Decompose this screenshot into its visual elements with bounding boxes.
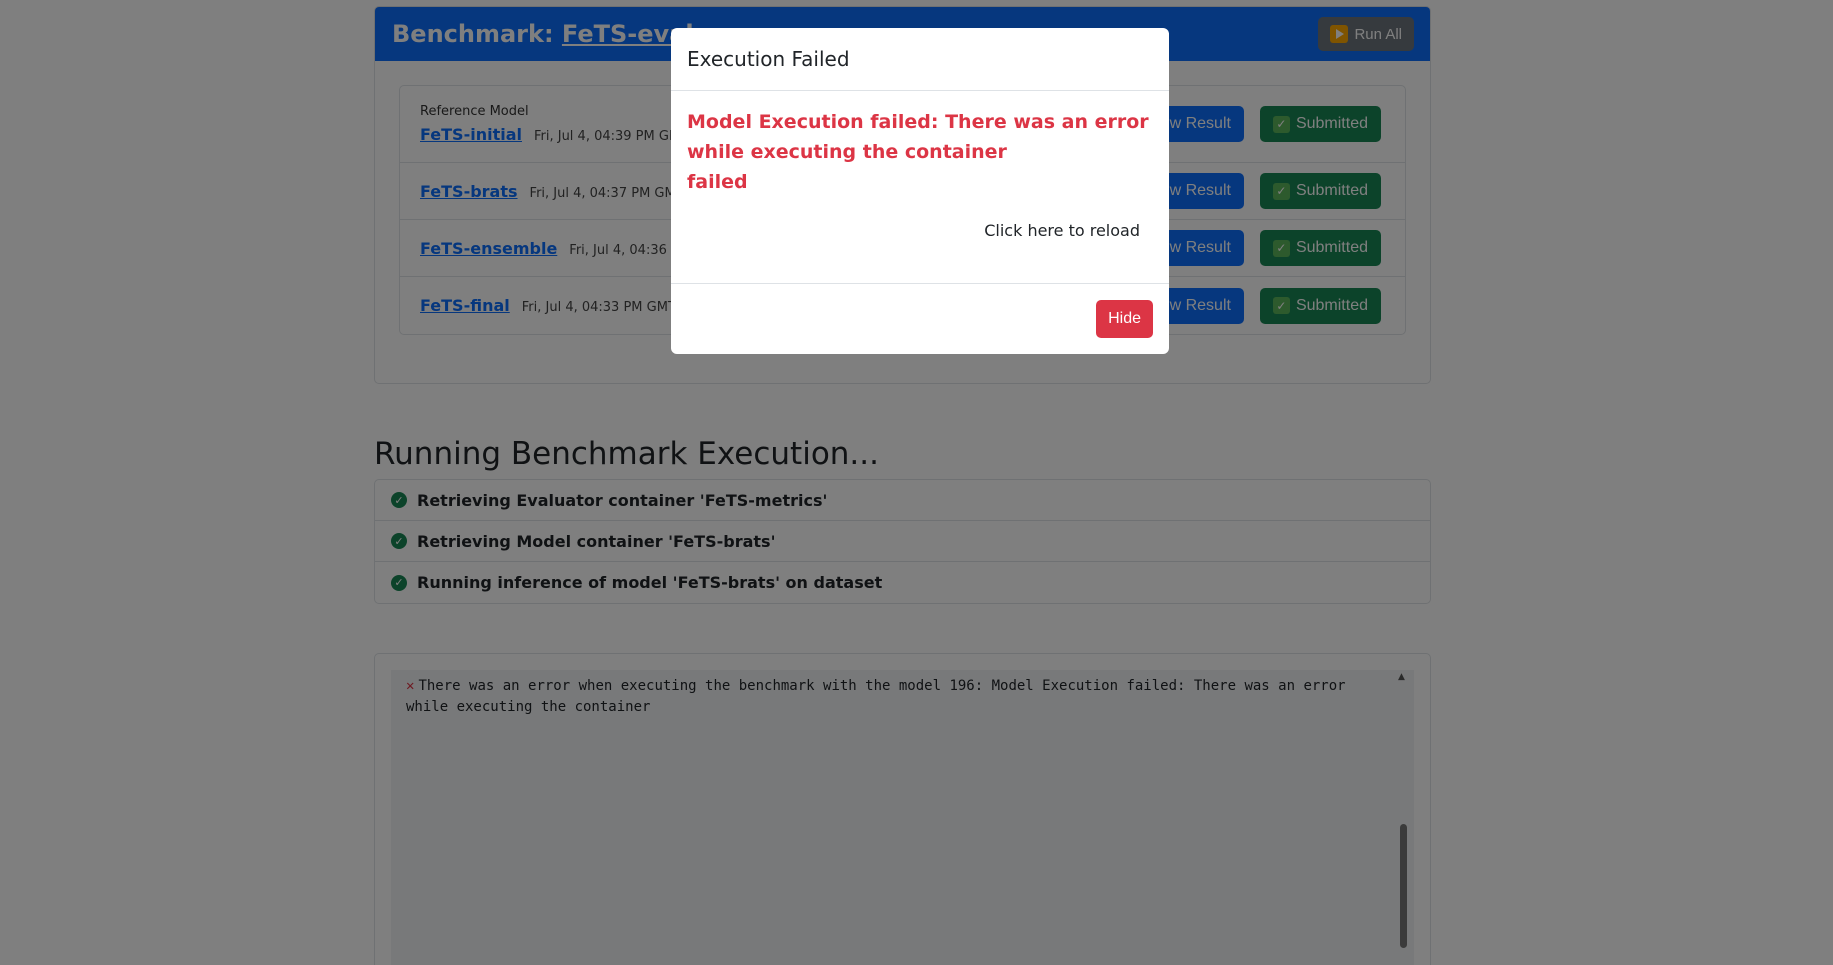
modal-error-message: Model Execution failed: There was an err…: [687, 107, 1153, 197]
reload-link[interactable]: Click here to reload: [984, 221, 1140, 240]
modal-footer: Hide: [671, 283, 1169, 354]
modal-error-line: failed: [687, 171, 748, 193]
execution-failed-modal: Execution Failed Model Execution failed:…: [671, 28, 1169, 354]
modal-body: Model Execution failed: There was an err…: [671, 91, 1169, 283]
modal-title: Execution Failed: [687, 47, 850, 71]
hide-button[interactable]: Hide: [1096, 300, 1153, 338]
modal-header: Execution Failed: [671, 28, 1169, 91]
modal-error-line: Model Execution failed: There was an err…: [687, 111, 1149, 163]
